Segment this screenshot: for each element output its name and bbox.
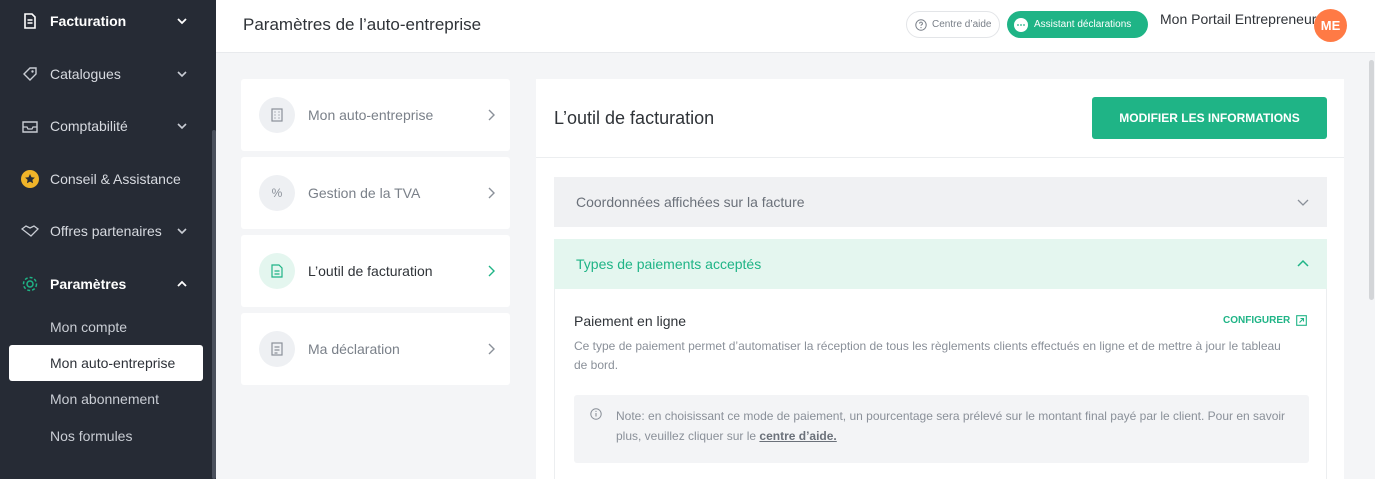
sidebar-subitem-nos-formules[interactable]: Nos formules <box>50 428 132 444</box>
assistant-label: Assistant déclarations <box>1034 19 1132 30</box>
accordion-body: Paiement en ligne CONFIGURER Ce type de … <box>554 289 1327 479</box>
inbox-icon <box>21 117 39 135</box>
help-center-label: Centre d’aide <box>932 19 992 30</box>
tag-icon <box>21 65 39 83</box>
accordion-label: Types de paiements acceptés <box>576 256 762 272</box>
chevron-down-icon <box>1297 199 1309 206</box>
chevron-right-icon <box>488 109 495 121</box>
modify-info-button[interactable]: MODIFIER LES INFORMATIONS <box>1092 97 1327 139</box>
chevron-down-icon <box>177 71 187 78</box>
header: Paramètres de l’auto-entreprise Centre d… <box>216 0 1375 53</box>
payment-description: Ce type de paiement permet d’automatiser… <box>574 339 1281 372</box>
avatar-initials: ME <box>1320 18 1341 33</box>
accordion-label: Coordonnées affichées sur la facture <box>576 194 805 210</box>
document-icon <box>21 12 39 30</box>
chevron-right-icon <box>488 187 495 199</box>
configure-label: CONFIGURER <box>1223 315 1291 326</box>
sidebar: Facturation Catalogues Comptabilité Cons… <box>0 0 216 479</box>
note-body: Note: en choisissant ce mode de paiement… <box>616 409 1286 443</box>
declaration-icon <box>259 331 295 367</box>
menu-card-ma-declaration[interactable]: Ma déclaration <box>241 313 510 385</box>
portal-name: Mon Portail Entrepreneur <box>1160 11 1317 27</box>
help-center-button[interactable]: Centre d’aide <box>906 11 1000 38</box>
sidebar-item-label: Conseil & Assistance <box>50 171 181 187</box>
sidebar-subitem-mon-abonnement[interactable]: Mon abonnement <box>50 391 159 407</box>
sidebar-item-offres[interactable]: Offres partenaires <box>0 218 210 244</box>
sidebar-item-label: Facturation <box>50 13 127 29</box>
sidebar-item-parametres[interactable]: Paramètres <box>0 271 210 297</box>
sidebar-item-facturation[interactable]: Facturation <box>0 8 210 34</box>
question-icon <box>915 18 927 31</box>
handshake-icon <box>21 222 39 240</box>
divider <box>536 157 1344 158</box>
invoice-icon <box>259 253 295 289</box>
configure-link[interactable]: CONFIGURER <box>1223 315 1308 326</box>
panel-title: L’outil de facturation <box>554 108 715 128</box>
building-icon <box>259 97 295 133</box>
menu-card-label: Mon auto-entreprise <box>308 107 434 123</box>
menu-card-label: L’outil de facturation <box>308 263 433 279</box>
sidebar-item-conseil[interactable]: Conseil & Assistance <box>0 166 210 192</box>
info-note: Note: en choisissant ce mode de paiement… <box>574 395 1309 463</box>
payment-method-title: Paiement en ligne <box>574 313 687 329</box>
gear-icon <box>21 275 39 293</box>
sidebar-item-label: Comptabilité <box>50 118 128 134</box>
chevron-right-icon <box>488 265 495 277</box>
sidebar-item-catalogues[interactable]: Catalogues <box>0 61 210 87</box>
sidebar-subitem-mon-compte[interactable]: Mon compte <box>50 319 127 335</box>
chat-icon <box>1014 17 1028 32</box>
info-icon <box>590 408 602 420</box>
note-text: Note: en choisissant ce mode de paiement… <box>616 406 1296 446</box>
sidebar-subitem-label: Mon auto-entreprise <box>50 355 176 371</box>
chevron-down-icon <box>177 18 187 25</box>
menu-card-label: Gestion de la TVA <box>308 185 421 201</box>
page-title: Paramètres de l’auto-entreprise <box>243 15 482 34</box>
star-icon <box>21 170 39 188</box>
sidebar-item-label: Paramètres <box>50 276 127 292</box>
chevron-up-icon <box>177 280 187 287</box>
billing-tool-panel: L’outil de facturation MODIFIER LES INFO… <box>536 79 1344 479</box>
help-center-link[interactable]: centre d’aide. <box>759 429 836 443</box>
external-link-icon <box>1296 315 1308 326</box>
sidebar-item-label: Offres partenaires <box>50 223 162 239</box>
sidebar-scrollbar[interactable] <box>212 130 216 479</box>
menu-card-label: Ma déclaration <box>308 341 400 357</box>
accordion-coordonnees[interactable]: Coordonnées affichées sur la facture <box>554 177 1327 227</box>
chevron-up-icon <box>1297 259 1309 267</box>
menu-card-outil-facturation[interactable]: L’outil de facturation <box>241 235 510 307</box>
avatar[interactable]: ME <box>1314 9 1347 42</box>
menu-card-gestion-tva[interactable]: % Gestion de la TVA <box>241 157 510 229</box>
menu-card-mon-auto-entreprise[interactable]: Mon auto-entreprise <box>241 79 510 151</box>
chevron-down-icon <box>177 123 187 130</box>
sidebar-item-comptabilite[interactable]: Comptabilité <box>0 113 210 139</box>
sidebar-subitem-mon-auto-entreprise[interactable]: Mon auto-entreprise <box>9 345 203 381</box>
accordion-types-paiements[interactable]: Types de paiements acceptés <box>554 239 1327 289</box>
chevron-down-icon <box>177 228 187 235</box>
chevron-right-icon <box>488 343 495 355</box>
sidebar-item-label: Catalogues <box>50 66 121 82</box>
page-scrollbar[interactable] <box>1369 60 1374 300</box>
percent-icon: % <box>259 175 295 211</box>
assistant-declarations-button[interactable]: Assistant déclarations <box>1007 11 1148 38</box>
